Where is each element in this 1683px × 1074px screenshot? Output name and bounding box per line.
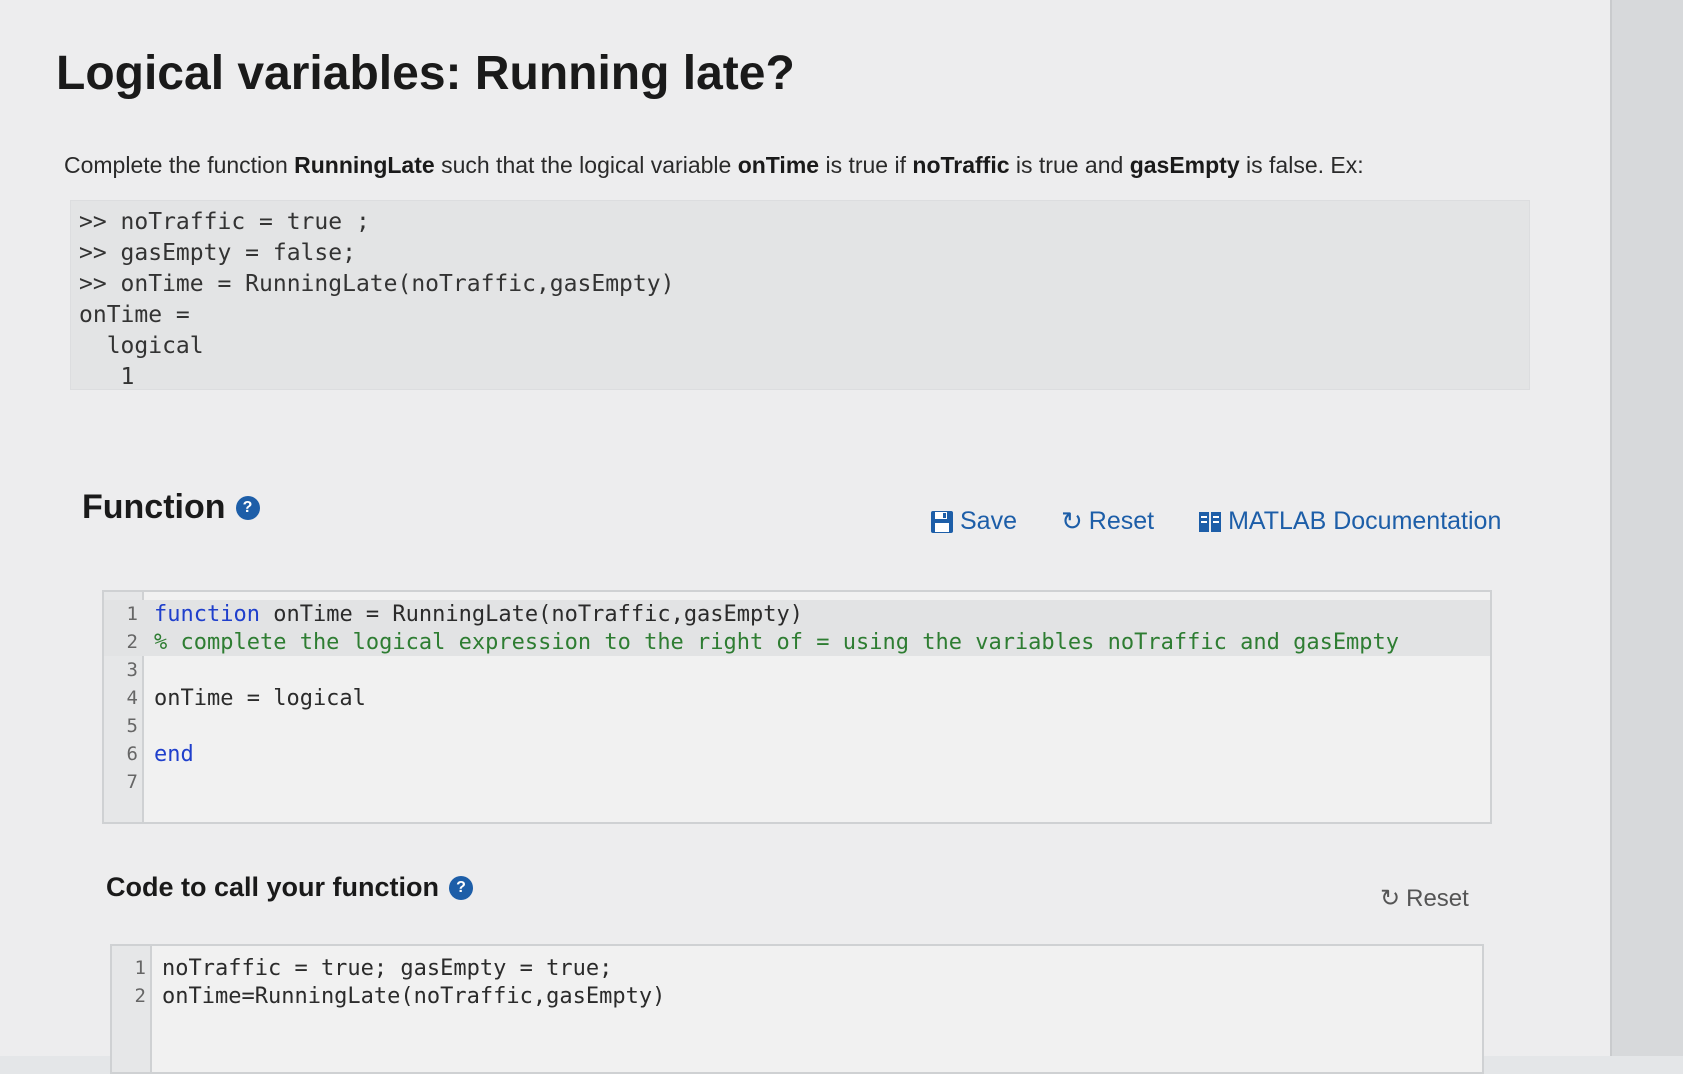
code-line: 1 function onTime = RunningLate(noTraffi… [104, 600, 1490, 628]
desc-var-gasempty: gasEmpty [1129, 152, 1240, 178]
call-title-text: Code to call your function [106, 872, 440, 902]
line-number: 6 [126, 743, 138, 765]
code-line: 2 onTime=RunningLate(noTraffic,gasEmpty) [112, 982, 1482, 1010]
desc-text: is true and [1009, 152, 1130, 178]
save-button[interactable]: Save [930, 507, 1017, 536]
desc-text: is true if [819, 152, 913, 178]
code-text: onTime = RunningLate(noTraffic,gasEmpty) [259, 601, 804, 627]
line-number: 4 [126, 687, 138, 709]
desc-text: such that the logical variable [434, 152, 738, 178]
floppy-disk-icon [931, 510, 953, 533]
question-circle-icon[interactable]: ? [449, 875, 474, 900]
example-line: 1 [79, 364, 135, 390]
example-code-block: >> noTraffic = true ; >> gasEmpty = fals… [70, 200, 1530, 390]
reset-button[interactable]: ↻ Reset [1061, 506, 1154, 537]
code-text: onTime=RunningLate(noTraffic,gasEmpty) [162, 983, 666, 1009]
code-line: 3 [104, 656, 1490, 684]
line-number: 1 [134, 957, 146, 979]
reset-label: Reset [1406, 884, 1469, 912]
example-line: >> noTraffic = true ; [79, 209, 370, 235]
code-line: 5 [104, 712, 1490, 740]
line-number: 2 [126, 631, 138, 653]
documentation-label: MATLAB Documentation [1228, 507, 1502, 535]
function-title-text: Function [82, 488, 226, 526]
function-section-title: Function ? [82, 488, 260, 527]
call-code-editor[interactable]: 1 noTraffic = true; gasEmpty = true; 2 o… [110, 944, 1484, 1074]
keyword: function [154, 601, 260, 627]
code-text: function onTime = RunningLate(noTraffic,… [154, 602, 803, 627]
line-number: 3 [126, 659, 138, 681]
question-circle-icon[interactable]: ? [235, 495, 260, 520]
page-title: Logical variables: Running late? [56, 47, 795, 100]
line-number: 2 [134, 985, 146, 1007]
line-number: 5 [126, 715, 138, 737]
keyword: end [154, 741, 194, 767]
example-line: >> onTime = RunningLate(noTraffic,gasEmp… [79, 271, 675, 297]
code-comment: % complete the logical expression to the… [154, 629, 1400, 655]
desc-var-notraffic: noTraffic [912, 152, 1010, 178]
desc-text: is false. Ex: [1239, 152, 1364, 178]
code-line: 2 % complete the logical expression to t… [104, 628, 1490, 656]
code-line: 1 noTraffic = true; gasEmpty = true; [112, 954, 1482, 982]
example-line: onTime = [79, 302, 190, 328]
line-number: 1 [126, 603, 138, 625]
code-text: noTraffic = true; gasEmpty = true; [162, 955, 613, 981]
example-line: logical [79, 333, 204, 359]
line-number: 7 [126, 771, 138, 793]
problem-description: Complete the function RunningLate such t… [64, 152, 1364, 179]
function-code-editor[interactable]: 1 function onTime = RunningLate(noTraffi… [102, 590, 1492, 824]
desc-function-name: RunningLate [294, 152, 435, 178]
reset-icon: ↻ [1380, 885, 1401, 912]
code-line: 4 onTime = logical [104, 684, 1490, 712]
desc-text: Complete the function [64, 152, 295, 178]
call-reset-button[interactable]: ↻ Reset [1380, 884, 1469, 913]
call-section-title: Code to call your function ? [106, 872, 474, 903]
example-line: >> gasEmpty = false; [79, 240, 356, 266]
save-label: Save [960, 507, 1017, 535]
reset-icon: ↻ [1060, 506, 1083, 536]
code-line: 7 [104, 768, 1490, 796]
book-icon [1199, 511, 1222, 532]
reset-label: Reset [1088, 507, 1155, 535]
page: Logical variables: Running late? Complet… [0, 0, 1610, 1074]
function-toolbar: Save ↻ Reset MATLAB Documentation [930, 506, 1501, 537]
code-text: onTime = logical [154, 685, 366, 711]
desc-var-ontime: onTime [737, 152, 820, 178]
code-line: 6 end [104, 740, 1490, 768]
window-edge [1610, 0, 1683, 1056]
matlab-documentation-link[interactable]: MATLAB Documentation [1198, 507, 1501, 536]
